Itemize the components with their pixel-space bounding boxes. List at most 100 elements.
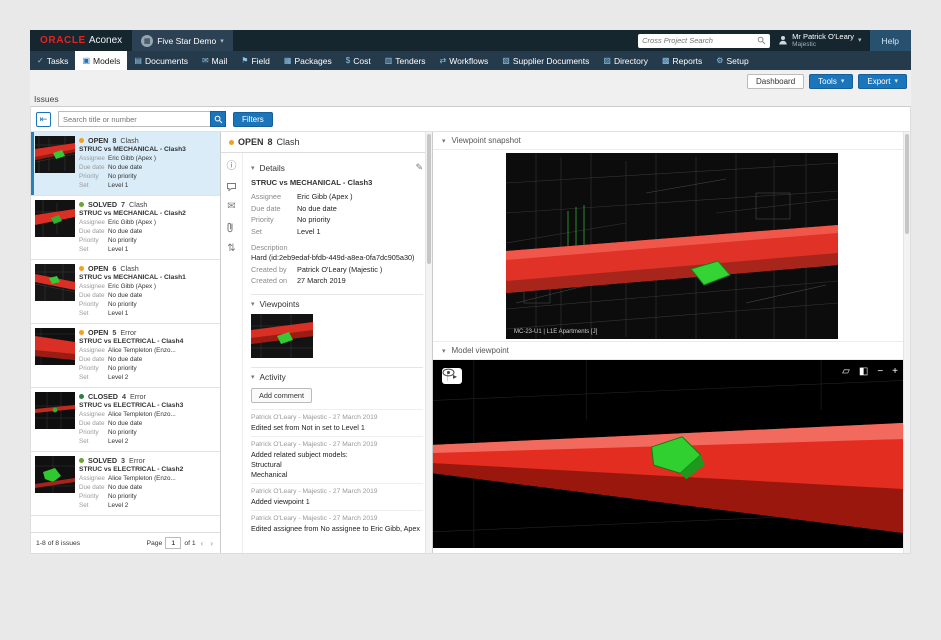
sync-icon[interactable]: ⇅ [227, 244, 235, 254]
tab-models[interactable]: ▣Models [75, 51, 127, 70]
project-selector[interactable]: ▦ Five Star Demo ▾ [132, 30, 233, 51]
viewpanel-scrollbar[interactable] [903, 132, 910, 553]
prev-page-button[interactable]: ‹ [199, 539, 206, 548]
issue-number: 6 [112, 264, 116, 273]
section-divider [251, 367, 423, 368]
detail-scrollbar[interactable] [425, 132, 432, 553]
reports-icon: ▩ [662, 56, 670, 65]
directory-icon: ▨ [603, 56, 611, 65]
issue-set: Level 2 [108, 373, 128, 382]
activity-meta: Patrick O'Leary - Majestic - 27 March 20… [251, 441, 423, 448]
issue-search-input[interactable] [58, 111, 210, 127]
zoom-out-icon[interactable]: − [877, 367, 883, 377]
issue-priority: No priority [108, 428, 137, 437]
issue-priority: No priority [108, 236, 137, 245]
issue-priority: No priority [108, 172, 137, 181]
field-label: Set [79, 309, 108, 318]
tab-directory[interactable]: ▨Directory [596, 51, 655, 70]
select-tool-icon[interactable]: ▱ [842, 367, 850, 377]
detail-set: Level 1 [297, 226, 321, 238]
issue-title: STRUC vs MECHANICAL - Clash2 [79, 210, 216, 217]
chevron-down-icon[interactable]: ▾ [251, 300, 255, 308]
eye-icon[interactable] [442, 368, 455, 377]
scrollbar-thumb[interactable] [427, 134, 431, 264]
viewpoint-snapshot-header: ▾ Viewpoint snapshot [433, 132, 910, 150]
issue-set: Level 2 [108, 437, 128, 446]
viewpoint-toolbar: ▸ [442, 368, 462, 384]
tab-supplier-documents[interactable]: ▧Supplier Documents [495, 51, 596, 70]
user-menu[interactable]: Mr Patrick O'Leary Majestic ▾ [778, 33, 861, 48]
tenders-icon: ▥ [385, 56, 393, 65]
tools-label: Tools [818, 77, 837, 86]
issue-number: 4 [122, 392, 126, 401]
activity-text: Added related subject models: Structural… [251, 450, 423, 480]
chevron-down-icon: ▾ [220, 37, 224, 45]
page-number-input[interactable] [165, 537, 181, 549]
tab-tenders[interactable]: ▥Tenders [378, 51, 433, 70]
issue-card[interactable]: SOLVED3Error STRUC vs ELECTRICAL - Clash… [31, 452, 220, 516]
issue-title: STRUC vs ELECTRICAL - Clash2 [79, 466, 216, 473]
issue-card[interactable]: OPEN5Error STRUC vs ELECTRICAL - Clash4 … [31, 324, 220, 388]
tab-workflows[interactable]: ⇄Workflows [433, 51, 496, 70]
export-button[interactable]: Export▾ [858, 74, 907, 89]
detail-number: 8 [268, 137, 273, 147]
issue-card[interactable]: OPEN8Clash STRUC vs MECHANICAL - Clash3 … [31, 132, 220, 196]
status-dot [79, 138, 84, 143]
detail-assignee: Eric Gibb (Apex ) [297, 191, 353, 203]
scrollbar-thumb[interactable] [905, 134, 909, 234]
field-label: Due date [79, 291, 108, 300]
issue-status: OPEN [88, 264, 108, 273]
page-label: Page [146, 540, 162, 547]
viewpoint-thumbnail[interactable] [251, 314, 313, 358]
issues-toolbar: ⇤ Filters [31, 107, 910, 132]
comment-icon[interactable] [226, 182, 237, 192]
issue-card[interactable]: SOLVED7Clash STRUC vs MECHANICAL - Clash… [31, 196, 220, 260]
collapse-panel-button[interactable]: ⇤ [36, 112, 51, 127]
info-icon[interactable]: ⓘ [227, 162, 237, 172]
tab-field[interactable]: ⚑Field [234, 51, 277, 70]
zoom-in-icon[interactable]: + [892, 367, 898, 377]
activity-meta: Patrick O'Leary - Majestic - 27 March 20… [251, 488, 423, 495]
tab-mail[interactable]: ✉Mail [195, 51, 234, 70]
section-tool-icon[interactable]: ◧ [859, 367, 868, 377]
activity-text: Edited set from Not in set to Level 1 [251, 423, 423, 433]
issue-card[interactable]: CLOSED4Error STRUC vs ELECTRICAL - Clash… [31, 388, 220, 452]
tools-button[interactable]: Tools▾ [809, 74, 853, 89]
tab-cost[interactable]: $Cost [339, 51, 378, 70]
cross-project-search[interactable] [638, 34, 770, 48]
tab-tasks[interactable]: ✓Tasks [30, 51, 75, 70]
oracle-logo: ORACLE [40, 35, 86, 46]
model-viewpoint-image[interactable] [433, 360, 910, 548]
mail-icon[interactable]: ✉ [227, 202, 235, 212]
tab-setup[interactable]: ⚙Setup [709, 51, 755, 70]
tab-label: Packages [294, 56, 331, 66]
tab-packages[interactable]: ▦Packages [277, 51, 339, 70]
tab-documents[interactable]: ▤Documents [127, 51, 195, 70]
chevron-down-icon[interactable]: ▾ [251, 164, 255, 172]
issue-detail-panel: OPEN 8 Clash ⓘ ✉ ⇅ ▾ Detai [221, 132, 433, 553]
activity-text: Added viewpoint 1 [251, 497, 423, 507]
user-org: Majestic [792, 41, 854, 48]
help-button[interactable]: Help [870, 30, 911, 51]
next-page-button[interactable]: › [208, 539, 215, 548]
chevron-down-icon[interactable]: ▾ [251, 373, 255, 381]
add-comment-button[interactable]: Add comment [251, 388, 312, 403]
issue-priority: No priority [108, 492, 137, 501]
dashboard-button[interactable]: Dashboard [747, 74, 804, 89]
tab-reports[interactable]: ▩Reports [655, 51, 709, 70]
viewpoint-snapshot-image[interactable]: MC-23-U1 | L1E Apartments [J] [506, 153, 838, 339]
snapshot-caption: MC-23-U1 | L1E Apartments [J] [514, 329, 598, 335]
issue-card[interactable]: OPEN6Clash STRUC vs MECHANICAL - Clash1 … [31, 260, 220, 324]
detail-content: ▾ Details ✎ STRUC vs MECHANICAL - Clash3… [243, 153, 432, 553]
chevron-down-icon[interactable]: ▾ [442, 347, 446, 355]
edit-icon[interactable]: ✎ [415, 162, 423, 173]
detail-priority: No priority [297, 214, 330, 226]
attachment-icon[interactable] [227, 222, 237, 234]
cross-project-search-input[interactable] [642, 36, 755, 45]
field-label: Priority [79, 300, 108, 309]
model-viewport[interactable]: ▸ ▱ ◧ − + [433, 360, 910, 548]
search-button[interactable] [210, 111, 226, 127]
filters-button[interactable]: Filters [233, 112, 273, 127]
issue-status: CLOSED [88, 392, 118, 401]
chevron-down-icon[interactable]: ▾ [442, 137, 446, 145]
